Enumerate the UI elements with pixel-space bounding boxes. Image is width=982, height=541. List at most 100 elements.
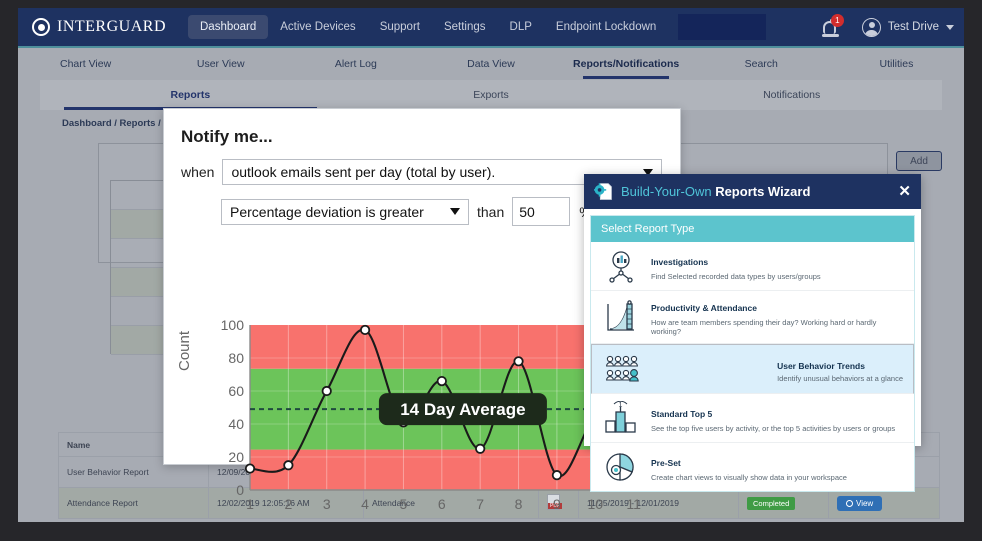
add-button[interactable]: Add	[896, 151, 942, 171]
deviation-select[interactable]: Percentage deviation is greater	[221, 198, 469, 225]
reports-wizard-dialog: Build-Your-Own Reports Wizard ✕ Select R…	[584, 174, 921, 492]
avatar	[861, 17, 881, 37]
secondary-tabs: Reports Exports Notifications	[40, 80, 942, 110]
data-point	[436, 375, 447, 387]
brand-name: INTERGUARD	[57, 18, 166, 35]
top-bar-right: 1 Test Drive	[821, 8, 954, 46]
data-point	[551, 470, 563, 481]
tab-notifications[interactable]: Notifications	[641, 82, 942, 109]
magnifier-chart-icon	[601, 249, 641, 283]
nav-highlight-block	[678, 14, 767, 40]
dialog-title: Notify me...	[181, 127, 273, 146]
nav-dlp[interactable]: DLP	[498, 15, 544, 39]
chevron-down-icon	[450, 208, 460, 215]
nav-dashboard[interactable]: Dashboard	[188, 15, 269, 39]
x-tick: 10	[587, 496, 604, 512]
primary-tabs: Chart View User View Alert Log Data View…	[18, 48, 964, 80]
podium-icon: 1	[601, 400, 641, 435]
x-tick: 4	[361, 496, 369, 512]
report-type-user-behavior-trends[interactable]: User Behavior Trends Identify unusual be…	[591, 344, 914, 394]
report-type-standard-top-5[interactable]: 1 Standard Top 5 See the top five users …	[591, 394, 914, 443]
y-tick: 20	[228, 449, 244, 465]
report-type-desc: Find Selected recorded data types by use…	[651, 271, 821, 281]
line-growth-icon	[601, 300, 641, 334]
data-point	[513, 356, 524, 367]
data-point	[359, 324, 371, 336]
app-window: INTERGUARD Dashboard Active Devices Supp…	[18, 8, 964, 522]
wizard-header: Build-Your-Own Reports Wizard ✕	[584, 174, 921, 209]
tab-data-view[interactable]: Data View	[423, 50, 558, 79]
top-nav-links: Dashboard Active Devices Support Setting…	[188, 14, 767, 40]
y-tick: 100	[220, 317, 244, 333]
report-type-productivity-attendance[interactable]: Productivity & Attendance How are team m…	[591, 291, 914, 344]
eye-icon	[32, 18, 50, 36]
section-header: Select Report Type	[591, 216, 914, 242]
metric-select-value: outlook emails sent per day (total by us…	[231, 164, 496, 180]
notification-badge: 1	[830, 13, 844, 27]
gear-document-icon	[592, 182, 613, 201]
pie-chart-icon	[601, 450, 641, 484]
nav-settings[interactable]: Settings	[432, 15, 498, 39]
report-type-desc: See the top five users by activity, or t…	[651, 423, 896, 433]
y-tick: 60	[228, 383, 244, 399]
interguard-logo: INTERGUARD	[32, 18, 166, 36]
annotation-label: 14 Day Average	[400, 400, 525, 419]
tab-search[interactable]: Search	[694, 50, 829, 79]
report-type-investigations[interactable]: Investigations Find Selected recorded da…	[591, 242, 914, 291]
y-tick: 40	[228, 416, 244, 432]
x-tick: 3	[322, 496, 331, 512]
data-point	[244, 463, 256, 474]
wizard-title-light: Build-Your-Own	[621, 184, 716, 199]
x-tick: 6	[437, 496, 446, 512]
report-type-title: Productivity & Attendance	[651, 303, 757, 313]
nav-active-devices[interactable]: Active Devices	[268, 15, 367, 39]
top-navigation-bar: INTERGUARD Dashboard Active Devices Supp…	[18, 8, 964, 46]
tab-reports[interactable]: Reports	[40, 82, 341, 110]
tab-utilities[interactable]: Utilities	[829, 50, 964, 79]
report-type-text: Productivity & Attendance How are team m…	[651, 298, 904, 336]
tab-reports-notifications[interactable]: Reports/Notifications	[559, 50, 694, 79]
x-tick: 2	[284, 496, 293, 512]
report-type-list: Select Report Type Investigations Find S…	[590, 215, 915, 492]
x-tick: 8	[514, 496, 523, 512]
report-type-text: Standard Top 5 See the top five users by…	[651, 404, 895, 433]
status-badge: Completed	[747, 496, 796, 510]
x-tick: 1	[246, 496, 254, 512]
report-type-title: Investigations	[651, 256, 709, 267]
data-point	[475, 443, 486, 454]
deviation-select-value: Percentage deviation is greater	[230, 203, 424, 220]
report-type-text: Investigations Find Selected recorded da…	[651, 252, 821, 281]
notifications-button[interactable]: 1	[821, 13, 844, 37]
nav-support[interactable]: Support	[368, 15, 432, 39]
x-tick: 11	[626, 496, 641, 512]
x-tick: 9	[553, 496, 561, 512]
report-type-desc: Create chart views to visually show data…	[651, 472, 847, 482]
eye-icon	[846, 499, 853, 507]
screenshot-frame: INTERGUARD Dashboard Active Devices Supp…	[0, 0, 982, 541]
close-icon[interactable]: ✕	[898, 184, 911, 199]
data-point	[283, 460, 294, 471]
y-tick: 80	[228, 350, 244, 366]
report-type-desc: How are team members spending their day?…	[651, 318, 877, 336]
x-tick: 5	[399, 496, 408, 512]
x-tick: 7	[476, 496, 485, 512]
than-label: than	[477, 203, 505, 220]
nav-endpoint-lockdown[interactable]: Endpoint Lockdown	[544, 15, 668, 39]
threshold-input[interactable]: 50	[512, 197, 571, 226]
report-type-pre-set[interactable]: Pre-Set Create chart views to visually s…	[591, 443, 914, 491]
report-type-title: User Behavior Trends	[777, 360, 865, 371]
when-label: when	[181, 164, 215, 180]
tab-user-view[interactable]: User View	[153, 50, 288, 79]
wizard-title: Build-Your-Own Reports Wizard	[621, 184, 810, 199]
tab-alert-log[interactable]: Alert Log	[288, 50, 423, 79]
report-type-text: User Behavior Trends Identify unusual be…	[777, 356, 903, 383]
data-point	[321, 385, 332, 397]
report-type-title: Pre-Set	[651, 457, 681, 468]
tab-exports[interactable]: Exports	[341, 82, 642, 109]
people-group-icon	[602, 352, 642, 386]
chevron-down-icon[interactable]	[946, 24, 954, 30]
username-label: Test Drive	[887, 21, 939, 33]
tab-chart-view[interactable]: Chart View	[18, 50, 153, 79]
report-type-text: Pre-Set Create chart views to visually s…	[651, 453, 847, 482]
report-type-desc: Identify unusual behaviors at a glance	[777, 373, 903, 383]
